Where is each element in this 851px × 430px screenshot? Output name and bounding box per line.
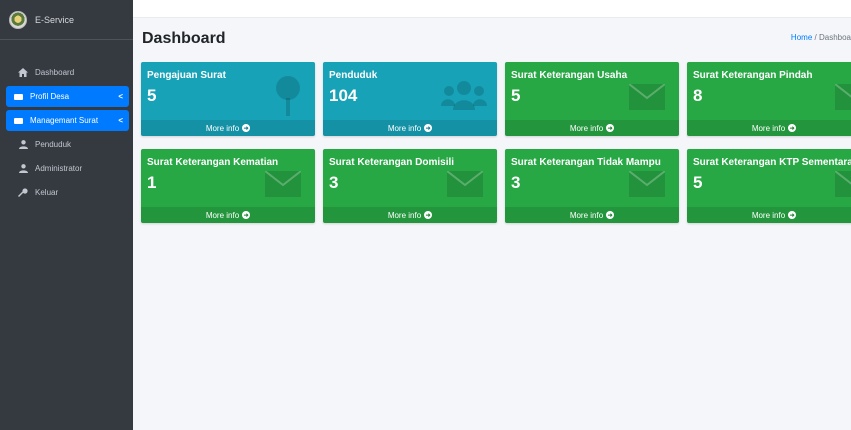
sidebar-item-dashboard[interactable]: Dashboard: [4, 62, 129, 83]
brand-link[interactable]: E-Service: [0, 0, 133, 40]
brand-text: E-Service: [35, 14, 75, 25]
page-title: Dashboard: [142, 30, 226, 47]
stat-box-surat-keterangan-domisili: Surat Keterangan Domisili 3 More info ➜: [323, 149, 497, 223]
stat-box-pengajuan-surat: Pengajuan Surat 5 More info ➜: [141, 62, 315, 136]
more-info-link[interactable]: More info ➜: [141, 207, 315, 223]
stat-box-penduduk: Penduduk 104 More info ➜: [323, 62, 497, 136]
envelope-icon: [12, 117, 24, 124]
stat-box-title: Surat Keterangan Kematian: [147, 157, 279, 168]
more-info-label: More info: [387, 123, 422, 133]
user-icon: [17, 164, 29, 173]
sidebar-item-label: Administrator: [35, 164, 83, 173]
arrow-circle-right-icon: ➜: [606, 211, 615, 219]
breadcrumb-current: Dashboa: [818, 33, 851, 42]
chevron-left-icon: <: [118, 92, 123, 101]
sidebar-item-penduduk[interactable]: Penduduk: [4, 134, 129, 155]
sidebar: E-Service Dashboard Profil Desa < Manage…: [0, 0, 133, 430]
stat-box-surat-keterangan-ktp-sementara: Surat Keterangan KTP Sementara 5 More in…: [687, 149, 851, 223]
more-info-label: More info: [751, 210, 786, 220]
arrow-circle-right-icon: ➜: [242, 124, 251, 132]
stat-box-count: 8: [693, 86, 703, 105]
stat-box-title: Penduduk: [329, 70, 378, 81]
stat-box-title: Pengajuan Surat: [147, 70, 226, 81]
top-navbar: [133, 0, 851, 18]
home-icon: [17, 68, 29, 77]
more-info-label: More info: [569, 123, 604, 133]
sidebar-item-managemant-surat[interactable]: Managemant Surat <: [6, 110, 129, 131]
sidebar-item-keluar[interactable]: Keluar: [4, 182, 129, 203]
envelope-icon: [12, 93, 24, 100]
stat-box-surat-keterangan-usaha: Surat Keterangan Usaha 5 More info ➜: [505, 62, 679, 136]
stat-box-count: 5: [693, 173, 703, 192]
more-info-label: More info: [751, 123, 786, 133]
stat-box-count: 104: [329, 86, 358, 105]
envelope-icon: [447, 171, 483, 197]
arrow-circle-right-icon: ➜: [242, 211, 251, 219]
more-info-link[interactable]: More info ➜: [505, 120, 679, 136]
content-area: Dashboard Home / Dashboa Pengajuan Surat…: [133, 18, 851, 430]
sidebar-item-administrator[interactable]: Administrator: [4, 158, 129, 179]
more-info-label: More info: [205, 210, 240, 220]
envelope-icon: [835, 171, 851, 197]
key-icon: [17, 188, 29, 197]
village-logo-icon: [9, 10, 27, 29]
sidebar-item-label: Managemant Surat: [30, 116, 99, 125]
stat-box-surat-keterangan-tidak-mampu: Surat Keterangan Tidak Mampu 3 More info…: [505, 149, 679, 223]
sidebar-item-profil-desa[interactable]: Profil Desa <: [6, 86, 129, 107]
breadcrumb-separator: /: [814, 33, 817, 42]
envelope-icon: [265, 171, 301, 197]
arrow-circle-right-icon: ➜: [424, 211, 433, 219]
more-info-link[interactable]: More info ➜: [687, 207, 851, 223]
stat-box-title: Surat Keterangan Pindah: [693, 70, 813, 81]
stat-box-title: Surat Keterangan Domisili: [329, 157, 455, 168]
sidebar-item-label: Dashboard: [35, 68, 75, 77]
stat-box-count: 5: [147, 86, 157, 105]
stat-box-surat-keterangan-pindah: Surat Keterangan Pindah 8 More info ➜: [687, 62, 851, 136]
arrow-circle-right-icon: ➜: [788, 124, 797, 132]
chevron-left-icon: <: [118, 116, 123, 125]
arrow-circle-right-icon: ➜: [424, 124, 433, 132]
stat-box-count: 3: [511, 173, 521, 192]
map-pin-icon: [276, 76, 300, 116]
more-info-link[interactable]: More info ➜: [505, 207, 679, 223]
stat-box-count: 5: [511, 86, 521, 105]
more-info-link[interactable]: More info ➜: [687, 120, 851, 136]
breadcrumb-home-link[interactable]: Home: [791, 33, 812, 42]
stat-box-title: Surat Keterangan KTP Sementara: [693, 157, 851, 168]
envelope-icon: [629, 84, 665, 110]
arrow-circle-right-icon: ➜: [788, 211, 797, 219]
stat-box-title: Surat Keterangan Usaha: [511, 70, 628, 81]
users-icon: [441, 81, 487, 110]
stat-box-surat-keterangan-kematian: Surat Keterangan Kematian 1 More info ➜: [141, 149, 315, 223]
stat-box-count: 1: [147, 173, 157, 192]
envelope-icon: [835, 84, 851, 110]
stat-box-count: 3: [329, 173, 339, 192]
more-info-link[interactable]: More info ➜: [141, 120, 315, 136]
sidebar-item-label: Profil Desa: [30, 92, 70, 101]
user-icon: [17, 140, 29, 149]
sidebar-nav: Dashboard Profil Desa < Managemant Surat…: [0, 62, 133, 203]
more-info-link[interactable]: More info ➜: [323, 207, 497, 223]
more-info-label: More info: [569, 210, 604, 220]
breadcrumb: Home / Dashboa: [791, 33, 851, 42]
sidebar-item-label: Keluar: [35, 188, 59, 197]
envelope-icon: [629, 171, 665, 197]
arrow-circle-right-icon: ➜: [606, 124, 615, 132]
more-info-link[interactable]: More info ➜: [323, 120, 497, 136]
stat-box-title: Surat Keterangan Tidak Mampu: [511, 157, 661, 168]
sidebar-item-label: Penduduk: [35, 140, 72, 149]
more-info-label: More info: [205, 123, 240, 133]
more-info-label: More info: [387, 210, 422, 220]
